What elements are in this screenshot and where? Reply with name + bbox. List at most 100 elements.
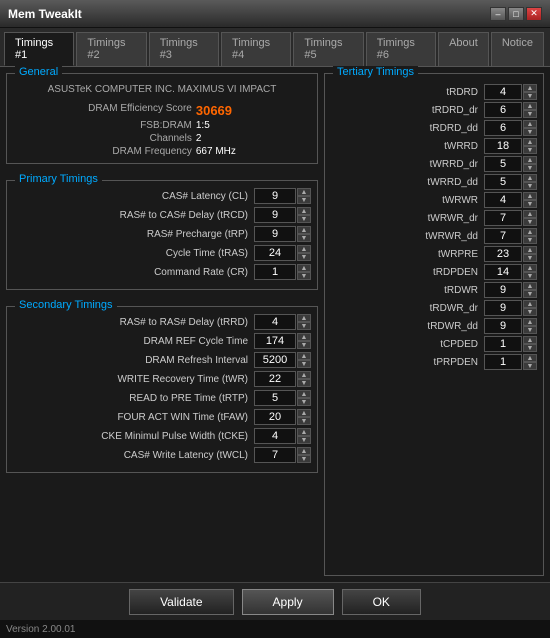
refresh-input[interactable] [254,352,296,368]
twrrd-dd-input[interactable] [484,174,522,190]
twr-up[interactable]: ▲ [297,371,311,379]
tab-timings2[interactable]: Timings #2 [76,32,146,66]
twrrd-dr-up[interactable]: ▲ [523,156,537,164]
tab-about[interactable]: About [438,32,489,66]
tfaw-input[interactable] [254,409,296,425]
twcl-down[interactable]: ▼ [297,455,311,463]
tcpded-input[interactable] [484,336,522,352]
close-button[interactable]: ✕ [526,7,542,21]
trrd-down[interactable]: ▼ [297,322,311,330]
twrwr-dd-up[interactable]: ▲ [523,228,537,236]
tab-notice[interactable]: Notice [491,32,544,66]
twcl-up[interactable]: ▲ [297,447,311,455]
twrwr-down[interactable]: ▼ [523,200,537,208]
ref-input[interactable] [254,333,296,349]
tab-timings1[interactable]: Timings #1 [4,32,74,66]
trtp-down[interactable]: ▼ [297,398,311,406]
ref-down[interactable]: ▼ [297,341,311,349]
twrwr-dd-down[interactable]: ▼ [523,236,537,244]
trdwr-dd-input[interactable] [484,318,522,334]
trtp-input[interactable] [254,390,296,406]
tab-timings6[interactable]: Timings #6 [366,32,436,66]
tcpded-up[interactable]: ▲ [523,336,537,344]
trdrd-up[interactable]: ▲ [523,84,537,92]
ok-button[interactable]: OK [342,589,421,615]
trdpden-up[interactable]: ▲ [523,264,537,272]
tab-timings3[interactable]: Timings #3 [149,32,219,66]
trcd-up[interactable]: ▲ [297,207,311,215]
trdrd-dd-down[interactable]: ▼ [523,128,537,136]
trdrd-down[interactable]: ▼ [523,92,537,100]
twrrd-up[interactable]: ▲ [523,138,537,146]
twrwr-input[interactable] [484,192,522,208]
trrd-up[interactable]: ▲ [297,314,311,322]
tcpded-down[interactable]: ▼ [523,344,537,352]
tras-down[interactable]: ▼ [297,253,311,261]
cl-input[interactable] [254,188,296,204]
trdwr-dd-up[interactable]: ▲ [523,318,537,326]
trdrd-dr-up[interactable]: ▲ [523,102,537,110]
validate-button[interactable]: Validate [129,589,233,615]
tcke-up[interactable]: ▲ [297,428,311,436]
twrwr-dr-up[interactable]: ▲ [523,210,537,218]
ref-up[interactable]: ▲ [297,333,311,341]
twrwr-dr-input[interactable] [484,210,522,226]
trdpden-input[interactable] [484,264,522,280]
twrwr-up[interactable]: ▲ [523,192,537,200]
tcke-down[interactable]: ▼ [297,436,311,444]
twrwr-dr-down[interactable]: ▼ [523,218,537,226]
tab-timings4[interactable]: Timings #4 [221,32,291,66]
trdwr-up[interactable]: ▲ [523,282,537,290]
twcl-input[interactable] [254,447,296,463]
cr-down[interactable]: ▼ [297,272,311,280]
tprpden-up[interactable]: ▲ [523,354,537,362]
minimize-button[interactable]: – [490,7,506,21]
refresh-down[interactable]: ▼ [297,360,311,368]
tfaw-up[interactable]: ▲ [297,409,311,417]
trdrd-dr-input[interactable] [484,102,522,118]
twrpre-input[interactable] [484,246,522,262]
trdrd-dd-up[interactable]: ▲ [523,120,537,128]
trdpden-down[interactable]: ▼ [523,272,537,280]
tprpden-input[interactable] [484,354,522,370]
twrwr-dd-input[interactable] [484,228,522,244]
twrrd-down[interactable]: ▼ [523,146,537,154]
twrrd-input[interactable] [484,138,522,154]
tras-input[interactable] [254,245,296,261]
trp-down[interactable]: ▼ [297,234,311,242]
tras-up[interactable]: ▲ [297,245,311,253]
tfaw-down[interactable]: ▼ [297,417,311,425]
trdwr-dr-up[interactable]: ▲ [523,300,537,308]
refresh-up[interactable]: ▲ [297,352,311,360]
tprpden-down[interactable]: ▼ [523,362,537,370]
trdwr-input[interactable] [484,282,522,298]
twrpre-down[interactable]: ▼ [523,254,537,262]
twrrd-dr-down[interactable]: ▼ [523,164,537,172]
trdwr-down[interactable]: ▼ [523,290,537,298]
trdrd-dr-down[interactable]: ▼ [523,110,537,118]
trdwr-dr-input[interactable] [484,300,522,316]
apply-button[interactable]: Apply [242,589,334,615]
cl-up[interactable]: ▲ [297,188,311,196]
trdrd-dd-input[interactable] [484,120,522,136]
cr-input[interactable] [254,264,296,280]
trdwr-dr-down[interactable]: ▼ [523,308,537,316]
twr-input[interactable] [254,371,296,387]
tcke-input[interactable] [254,428,296,444]
trp-input[interactable] [254,226,296,242]
trp-up[interactable]: ▲ [297,226,311,234]
trrd-input[interactable] [254,314,296,330]
restore-button[interactable]: □ [508,7,524,21]
twrrd-dr-input[interactable] [484,156,522,172]
trcd-down[interactable]: ▼ [297,215,311,223]
twr-down[interactable]: ▼ [297,379,311,387]
trcd-input[interactable] [254,207,296,223]
cl-down[interactable]: ▼ [297,196,311,204]
trdwr-dd-down[interactable]: ▼ [523,326,537,334]
twrrd-dd-down[interactable]: ▼ [523,182,537,190]
trdrd-input[interactable] [484,84,522,100]
trtp-up[interactable]: ▲ [297,390,311,398]
twrrd-dd-up[interactable]: ▲ [523,174,537,182]
twrpre-up[interactable]: ▲ [523,246,537,254]
cr-up[interactable]: ▲ [297,264,311,272]
